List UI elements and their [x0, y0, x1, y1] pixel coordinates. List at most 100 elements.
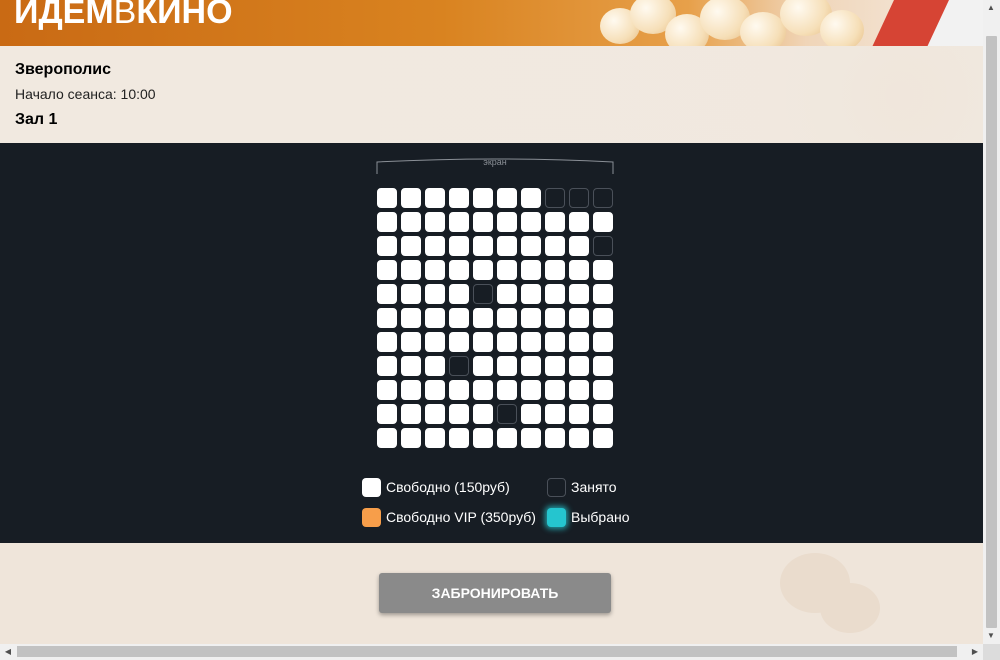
- seat-free[interactable]: [377, 212, 397, 232]
- seat-free[interactable]: [425, 260, 445, 280]
- seat-free[interactable]: [545, 260, 565, 280]
- seat-free[interactable]: [473, 260, 493, 280]
- seat-free[interactable]: [401, 332, 421, 352]
- seat-free[interactable]: [569, 236, 589, 256]
- book-button[interactable]: Забронировать: [379, 573, 611, 613]
- seat-free[interactable]: [401, 404, 421, 424]
- seat-free[interactable]: [593, 260, 613, 280]
- seat-free[interactable]: [593, 404, 613, 424]
- seat-free[interactable]: [593, 380, 613, 400]
- seat-free[interactable]: [497, 428, 517, 448]
- seat-free[interactable]: [449, 260, 469, 280]
- seat-free[interactable]: [425, 212, 445, 232]
- seat-free[interactable]: [449, 308, 469, 328]
- seat-free[interactable]: [593, 332, 613, 352]
- seat-free[interactable]: [593, 356, 613, 376]
- horizontal-scroll-thumb[interactable]: [17, 646, 957, 657]
- seat-free[interactable]: [425, 236, 445, 256]
- seat-free[interactable]: [425, 308, 445, 328]
- seat-free[interactable]: [545, 212, 565, 232]
- scroll-left-icon[interactable]: ◀: [0, 644, 16, 660]
- scroll-up-icon[interactable]: ▲: [983, 0, 999, 16]
- seat-free[interactable]: [473, 236, 493, 256]
- scroll-right-icon[interactable]: ▶: [967, 644, 983, 660]
- seat-free[interactable]: [521, 380, 541, 400]
- seat-free[interactable]: [593, 284, 613, 304]
- seat-free[interactable]: [401, 212, 421, 232]
- seat-free[interactable]: [377, 188, 397, 208]
- seat-free[interactable]: [521, 260, 541, 280]
- seat-free[interactable]: [401, 308, 421, 328]
- seat-free[interactable]: [521, 212, 541, 232]
- seat-free[interactable]: [449, 284, 469, 304]
- seat-free[interactable]: [401, 428, 421, 448]
- seat-free[interactable]: [473, 380, 493, 400]
- seat-free[interactable]: [425, 428, 445, 448]
- seat-free[interactable]: [569, 212, 589, 232]
- seat-free[interactable]: [473, 212, 493, 232]
- seat-free[interactable]: [521, 332, 541, 352]
- seat-free[interactable]: [377, 260, 397, 280]
- seat-free[interactable]: [569, 308, 589, 328]
- seat-free[interactable]: [449, 212, 469, 232]
- seat-free[interactable]: [401, 380, 421, 400]
- scroll-down-icon[interactable]: ▼: [983, 628, 999, 644]
- seat-free[interactable]: [425, 332, 445, 352]
- seat-free[interactable]: [569, 332, 589, 352]
- seat-free[interactable]: [569, 356, 589, 376]
- seat-free[interactable]: [545, 356, 565, 376]
- seat-free[interactable]: [377, 404, 397, 424]
- seat-free[interactable]: [545, 404, 565, 424]
- seat-free[interactable]: [449, 404, 469, 424]
- seat-free[interactable]: [401, 356, 421, 376]
- seat-free[interactable]: [473, 428, 493, 448]
- seat-free[interactable]: [545, 308, 565, 328]
- seat-free[interactable]: [545, 428, 565, 448]
- seat-free[interactable]: [545, 380, 565, 400]
- seat-free[interactable]: [497, 212, 517, 232]
- seat-free[interactable]: [449, 380, 469, 400]
- seat-free[interactable]: [425, 380, 445, 400]
- seat-free[interactable]: [545, 236, 565, 256]
- seat-free[interactable]: [497, 332, 517, 352]
- seat-free[interactable]: [497, 236, 517, 256]
- horizontal-scrollbar[interactable]: ◀ ▶: [0, 644, 983, 660]
- seat-free[interactable]: [449, 188, 469, 208]
- seat-free[interactable]: [545, 332, 565, 352]
- seat-free[interactable]: [377, 284, 397, 304]
- seat-free[interactable]: [569, 380, 589, 400]
- seat-free[interactable]: [497, 308, 517, 328]
- seat-free[interactable]: [401, 260, 421, 280]
- seat-free[interactable]: [521, 428, 541, 448]
- seat-free[interactable]: [569, 404, 589, 424]
- seat-free[interactable]: [449, 332, 469, 352]
- seat-free[interactable]: [425, 284, 445, 304]
- seat-free[interactable]: [545, 284, 565, 304]
- seat-free[interactable]: [497, 284, 517, 304]
- seat-free[interactable]: [593, 212, 613, 232]
- seat-free[interactable]: [473, 404, 493, 424]
- seat-free[interactable]: [521, 404, 541, 424]
- seat-free[interactable]: [569, 428, 589, 448]
- site-logo[interactable]: Идемвкино: [14, 0, 233, 32]
- seat-free[interactable]: [377, 380, 397, 400]
- seat-free[interactable]: [377, 356, 397, 376]
- seat-free[interactable]: [569, 260, 589, 280]
- seat-free[interactable]: [593, 308, 613, 328]
- seat-free[interactable]: [401, 284, 421, 304]
- seat-free[interactable]: [497, 356, 517, 376]
- seat-free[interactable]: [521, 308, 541, 328]
- seat-free[interactable]: [473, 308, 493, 328]
- seat-free[interactable]: [569, 284, 589, 304]
- seat-free[interactable]: [377, 308, 397, 328]
- vertical-scroll-thumb[interactable]: [986, 36, 997, 628]
- seat-free[interactable]: [401, 236, 421, 256]
- seat-free[interactable]: [521, 188, 541, 208]
- seat-free[interactable]: [377, 332, 397, 352]
- seat-free[interactable]: [425, 404, 445, 424]
- seat-free[interactable]: [473, 188, 493, 208]
- seat-free[interactable]: [425, 188, 445, 208]
- seat-free[interactable]: [401, 188, 421, 208]
- seat-free[interactable]: [473, 356, 493, 376]
- seat-free[interactable]: [449, 236, 469, 256]
